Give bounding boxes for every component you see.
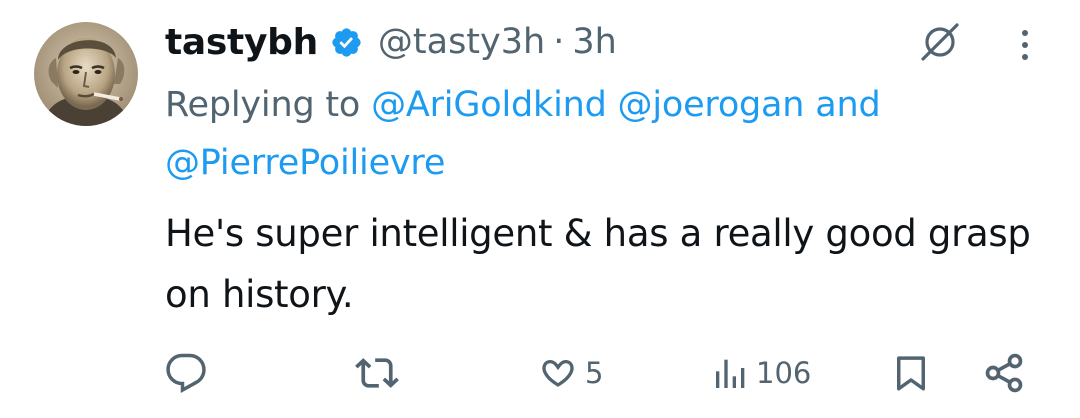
mention-link[interactable]: @PierrePoilievre: [165, 143, 445, 183]
bookmark-button[interactable]: [890, 345, 932, 401]
user-handle[interactable]: @tasty3h: [378, 22, 545, 62]
verified-badge-icon: [330, 26, 363, 59]
mention-join[interactable]: and: [815, 85, 880, 125]
mention-link[interactable]: @AriGoldkind: [371, 85, 607, 125]
mention-link[interactable]: @joerogan: [618, 85, 805, 125]
tweet-text: He's super intelligent & has a really go…: [165, 212, 1031, 316]
share-button[interactable]: [982, 345, 1026, 401]
retweet-icon: [355, 351, 399, 395]
retweet-button[interactable]: [355, 345, 399, 401]
replying-to-label: Replying to: [165, 85, 361, 125]
view-count: 106: [756, 356, 812, 390]
views-button[interactable]: 106: [710, 345, 811, 401]
tweet[interactable]: tastybh @tasty3h · 3h Replying to @AriGo…: [0, 0, 1080, 418]
more-dots-icon[interactable]: [1010, 22, 1040, 68]
tweet-header: tastybh @tasty3h · 3h: [165, 17, 617, 67]
grok-icon[interactable]: [913, 17, 967, 67]
heart-icon: [537, 352, 579, 394]
separator-dot: ·: [553, 22, 565, 62]
like-button[interactable]: 5: [537, 345, 603, 401]
avatar[interactable]: [34, 22, 138, 126]
like-count: 5: [585, 356, 604, 390]
timestamp[interactable]: 3h: [572, 22, 616, 62]
share-icon: [982, 351, 1026, 395]
reply-icon: [165, 352, 207, 394]
display-name[interactable]: tastybh: [165, 22, 318, 63]
reply-button[interactable]: [165, 345, 207, 401]
action-bar: 5 106: [0, 345, 1080, 401]
views-icon: [710, 353, 750, 393]
bookmark-icon: [890, 352, 932, 394]
replying-to: Replying to @AriGoldkind @joerogan and @…: [165, 76, 1045, 192]
